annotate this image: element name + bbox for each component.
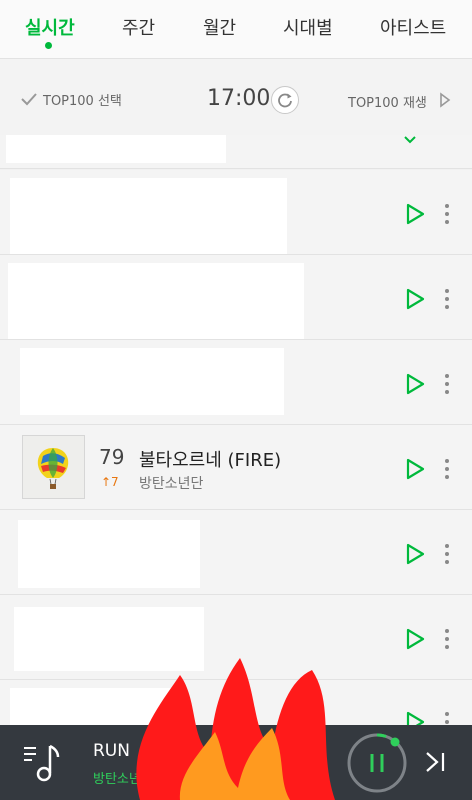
next-track-icon[interactable] [423,750,447,774]
redacted-block [18,520,200,588]
chart-period-tabs: 실시간 주간 월간 시대별 아티스트 [0,0,472,59]
play-icon[interactable] [403,542,427,566]
checkmark-icon[interactable] [20,92,38,106]
hot-air-balloon-art [37,448,69,489]
song-title[interactable]: 불타오르네 (FIRE) [139,446,281,472]
list-item[interactable] [0,255,472,340]
more-icon[interactable] [440,372,454,396]
song-artist[interactable]: 방탄소년단 [139,473,203,493]
redacted-block [10,178,287,254]
play-icon[interactable] [403,627,427,651]
redacted-block [20,348,284,415]
play-icon[interactable] [403,372,427,396]
fire-overlay [136,658,335,800]
list-item[interactable] [0,135,472,169]
more-icon[interactable] [440,202,454,226]
playlist-icon[interactable] [22,743,62,783]
active-tab-indicator [45,42,52,49]
tab-weekly[interactable]: 주간 [122,14,155,40]
checkmark-icon [404,136,416,144]
play-outline-icon[interactable] [439,92,451,108]
refresh-icon [278,93,292,108]
list-item[interactable] [0,510,472,595]
play-icon[interactable] [403,457,427,481]
more-icon[interactable] [440,457,454,481]
redacted-block [8,263,304,339]
chart-time: 17:00 [207,86,271,111]
tab-by-era[interactable]: 시대별 [283,14,333,40]
more-icon[interactable] [440,542,454,566]
more-icon[interactable] [440,627,454,651]
play-icon[interactable] [403,202,427,226]
more-icon[interactable] [440,287,454,311]
refresh-button[interactable] [271,86,299,114]
play-icon[interactable] [403,287,427,311]
rank-number: 79 [99,445,125,469]
redacted-block [6,135,226,163]
album-art[interactable] [22,435,85,499]
tab-realtime[interactable]: 실시간 [25,14,75,40]
rank-change: ↑7 [101,475,119,489]
play-top100-button[interactable]: TOP100 재생 [348,92,427,111]
tab-monthly[interactable]: 월간 [203,14,236,40]
list-item[interactable] [0,340,472,425]
progress-handle [390,737,400,747]
chart-control-bar: TOP100 선택 17:00 TOP100 재생 [0,59,472,135]
list-item[interactable] [0,170,472,255]
tab-artist[interactable]: 아티스트 [380,14,446,40]
progress-ring [376,733,387,738]
select-top100-button[interactable]: TOP100 선택 [43,90,122,109]
list-item-song[interactable]: 79 ↑7 불타오르네 (FIRE) 방탄소년단 [0,425,472,510]
